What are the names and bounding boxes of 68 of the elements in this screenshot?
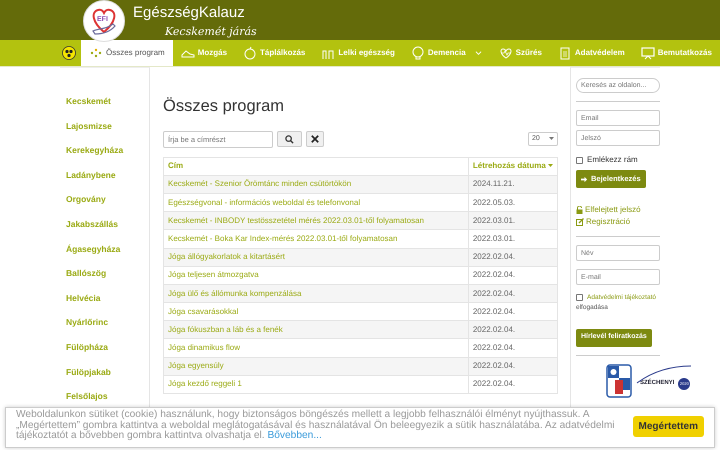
search-button[interactable] <box>277 131 302 148</box>
checkbox[interactable] <box>576 294 583 302</box>
register-link[interactable]: Regisztráció <box>576 216 660 228</box>
edit-icon <box>576 218 584 226</box>
nav-tab[interactable]: Összes program <box>81 40 173 66</box>
nav-tab[interactable]: Mozgás <box>172 40 236 66</box>
sidebar-link[interactable]: Fülöpháza <box>60 334 149 360</box>
date-cell: 2022.02.04. <box>468 357 558 376</box>
heart-icon <box>498 46 513 60</box>
coat-of-arms-icon <box>606 364 632 398</box>
sidebar-link[interactable]: Fülöpjakab <box>60 360 149 384</box>
column-header[interactable]: Létrehozás dátuma <box>468 157 558 176</box>
forgot-password-link[interactable]: Elfelejtett jelszó <box>576 204 660 216</box>
nav-tab[interactable]: Demencia <box>402 40 491 66</box>
sidebar-link[interactable]: Helvécia <box>60 286 149 310</box>
date-cell: 2022.02.04. <box>468 375 558 394</box>
checkbox[interactable] <box>576 156 583 164</box>
sidebar-link[interactable]: Felsőlajos <box>60 384 149 409</box>
program-link[interactable]: Jóga kezdő reggeli 1 <box>168 379 242 388</box>
program-link[interactable]: Jóga dinamikus flow <box>168 343 240 352</box>
sidebar-link[interactable]: Lajosmizse <box>60 114 149 138</box>
sidebar-link[interactable]: Ágasegyháza <box>60 236 149 262</box>
site-title: EgészségKalauz <box>133 4 245 22</box>
program-link[interactable]: Jóga egyensúly <box>168 361 224 370</box>
date-cell: 2024.11.21. <box>468 175 558 194</box>
remember-label: Emlékezz rám <box>587 154 638 166</box>
nav-tab[interactable]: Bemutatkozás <box>632 40 720 66</box>
page-heading: Összes program <box>163 97 286 117</box>
date-cell: 2022.03.01. <box>468 230 558 248</box>
sort-icon <box>548 164 553 168</box>
date-cell: 2022.02.04. <box>468 248 558 266</box>
sidebar-link[interactable]: Ballószög <box>60 261 149 286</box>
dots-icon <box>89 46 103 60</box>
nav-tab[interactable]: Adatvédelem <box>550 40 633 66</box>
more-link[interactable]: Bővebben... <box>267 430 322 441</box>
search-icon <box>285 134 294 144</box>
sidebar-link[interactable]: Jakabszállás <box>60 212 149 237</box>
clipboard-icon <box>558 46 572 60</box>
date-cell: 2022.02.04. <box>468 266 558 284</box>
apple-icon <box>243 46 258 60</box>
caret-icon <box>549 137 554 142</box>
program-link[interactable]: Jóga csavarásokkal <box>168 306 238 316</box>
clear-button[interactable] <box>306 131 324 148</box>
arc-line <box>636 364 691 384</box>
sidebar-link[interactable]: Kecskemét <box>60 89 149 114</box>
date-cell: 2022.02.04. <box>468 320 558 339</box>
close-icon <box>311 135 319 144</box>
date-cell: 2022.02.04. <box>468 338 558 358</box>
program-link[interactable]: Jóga fókuszban a láb és a fenék <box>168 324 283 334</box>
nav-tab[interactable]: Táplálkozás <box>235 40 314 66</box>
date-cell: 2022.02.04. <box>468 284 558 303</box>
nav-tab[interactable]: Lelki egészség <box>313 40 403 66</box>
sidebar-link[interactable]: Orgovány <box>60 187 149 212</box>
program-link[interactable]: Jóga teljesen átmozgatva <box>168 270 259 280</box>
accept-button[interactable]: Megértettem <box>632 416 704 437</box>
nav-tab[interactable]: Szűrés <box>490 40 550 66</box>
sidebar-link[interactable]: Nyárlőrinc <box>60 310 149 335</box>
date-cell: 2022.03.01. <box>468 212 558 230</box>
sign-in-icon <box>581 176 588 182</box>
lock-icon <box>576 206 583 214</box>
program-link[interactable]: Jóga állógyakorlatok a kitartásért <box>168 252 285 262</box>
sidebar-link[interactable]: Kerekegyháza <box>60 138 149 163</box>
accessibility-icon[interactable] <box>62 46 76 60</box>
site-subtitle: Kecskemét járás <box>165 24 257 40</box>
cookie-notice-text: Weboldalunkon sütiket (cookie) használunk, hogy biztonságos böngészés mellett a legjobb felhasználói élményt nyújthassuk. A „Megértettem” gombra kattintva a weboldal meglátogatásával és használatával Ön beleegyezik a sütik használatába. Az adatvédelmi tájékoztatót a bővebben gombra kattintva olvashatja el. Bővebben... <box>16 410 616 442</box>
sidebar-link[interactable]: Ladánybene <box>60 162 149 188</box>
monitor-icon <box>640 46 655 60</box>
column-header[interactable]: Cím <box>164 157 468 176</box>
